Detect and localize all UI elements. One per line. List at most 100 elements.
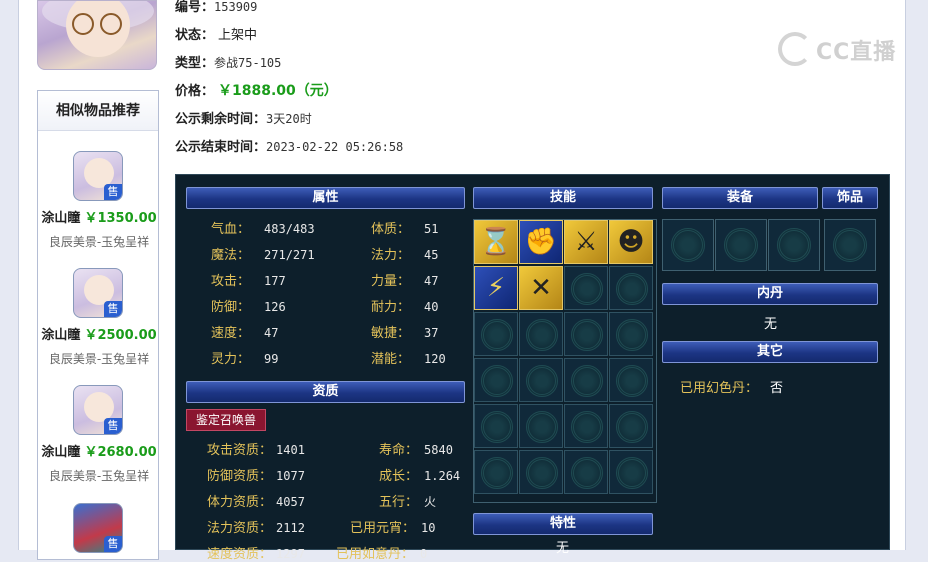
empty-skill-slot (519, 404, 563, 448)
attr-value: 37 (424, 326, 439, 340)
status-value: 上架中 (218, 28, 258, 43)
item-thumbnail[interactable]: 售 (73, 268, 123, 318)
empty-skill-slot (609, 266, 653, 310)
qual-label: 攻击资质： (207, 443, 273, 458)
quality-header: 资质 (186, 381, 465, 403)
empty-skill-slot (609, 312, 653, 356)
attr-label: 速度： (211, 326, 251, 341)
sale-badge: 售 (104, 301, 122, 317)
empty-skill-slot (474, 450, 518, 494)
end-label: 公示结束时间： (175, 140, 267, 155)
qual-value: 1077 (276, 469, 305, 483)
qual-label: 五行： (379, 495, 419, 510)
empty-skill-slot (564, 266, 608, 310)
id-value: 153909 (214, 0, 258, 14)
qual-label: 已用元宵： (350, 521, 416, 536)
attr-label: 体质： (371, 222, 411, 237)
item-thumbnail[interactable]: 售 (73, 385, 123, 435)
attr-value: 51 (424, 222, 439, 236)
qual-label: 法力资质： (207, 521, 273, 536)
skills-header: 技能 (473, 187, 653, 209)
qual-value: 1.264 (424, 469, 461, 483)
neidan-value: 无 (764, 317, 778, 332)
neidan-header: 内丹 (662, 283, 878, 305)
attr-label: 潜能： (371, 352, 411, 367)
item-desc: 良辰美景-玉兔呈祥 (48, 469, 150, 483)
ornament-header: 饰品 (822, 187, 878, 209)
attr-label: 攻击： (211, 274, 251, 289)
appraise-pet-button[interactable]: 鉴定召唤兽 (186, 409, 266, 431)
item-name-price[interactable]: 涂山瞳 ￥2680.00 (38, 441, 160, 460)
empty-skill-slot (474, 312, 518, 356)
remain-value: 3天20时 (266, 112, 312, 126)
sale-badge: 售 (104, 418, 122, 434)
sale-badge: 售 (104, 184, 122, 200)
sword-skill-icon[interactable]: ✕ (519, 266, 563, 310)
cc-live-logo: CC直播 (778, 30, 898, 66)
attr-label: 灵力： (211, 352, 251, 367)
attr-value: 45 (424, 248, 439, 262)
item-thumbnail[interactable]: 售 (73, 503, 123, 553)
qual-value: 0 (420, 547, 428, 561)
lightning-skill-icon[interactable]: ⚡ (474, 266, 518, 310)
other-header: 其它 (662, 341, 878, 363)
empty-skill-slot (519, 312, 563, 356)
qual-label: 速度资质： (207, 547, 273, 562)
hourglass-skill-icon[interactable]: ⌛ (474, 220, 518, 264)
equip-slot[interactable] (662, 219, 714, 271)
qual-value: 10 (421, 521, 436, 535)
equip-slot[interactable] (715, 219, 767, 271)
empty-skill-slot (609, 404, 653, 448)
ornament-slot[interactable] (824, 219, 876, 271)
head-skill-icon[interactable]: ☻ (609, 220, 653, 264)
empty-skill-slot (564, 404, 608, 448)
similar-items-sidebar: 相似物品推荐 售 涂山瞳 ￥1350.00 良辰美景-玉兔呈祥 售 涂山瞳 ￥2… (37, 90, 159, 560)
equip-slot[interactable] (768, 219, 820, 271)
empty-skill-slot (519, 358, 563, 402)
attr-value: 483/483 (264, 222, 315, 236)
status-label: 状态： (175, 28, 215, 43)
slash-skill-icon[interactable]: ⚔ (564, 220, 608, 264)
empty-skill-slot (564, 358, 608, 402)
pet-avatar (37, 0, 157, 70)
attr-value: 126 (264, 300, 286, 314)
attr-value: 177 (264, 274, 286, 288)
attr-value: 271/271 (264, 248, 315, 262)
qual-value: 1297 (276, 547, 305, 561)
id-label: 编号： (175, 0, 215, 15)
empty-skill-slot (474, 358, 518, 402)
empty-skill-slot (609, 358, 653, 402)
qual-value: 火 (424, 495, 437, 509)
cc-logo-icon (778, 32, 812, 66)
attr-label: 气血： (211, 222, 251, 237)
attr-value: 99 (264, 352, 279, 366)
qual-value: 1401 (276, 443, 305, 457)
price-label: 价格： (175, 84, 215, 99)
attr-label: 防御： (211, 300, 251, 315)
attr-label: 法力： (371, 248, 411, 263)
attr-value: 47 (264, 326, 279, 340)
price-value: ￥1888.00（元） (218, 83, 338, 99)
attr-label: 魔法： (211, 248, 251, 263)
empty-skill-slot (564, 312, 608, 356)
item-thumbnail[interactable]: 售 (73, 151, 123, 201)
trait-value: 无 (556, 541, 570, 556)
equip-header: 装备 (662, 187, 818, 209)
item-desc: 良辰美景-玉兔呈祥 (48, 235, 150, 249)
attr-label: 耐力： (371, 300, 411, 315)
item-desc: 良辰美景-玉兔呈祥 (48, 352, 150, 366)
arm-skill-icon[interactable]: ✊ (519, 220, 563, 264)
qual-label: 已用如意丹： (336, 547, 415, 562)
attr-header: 属性 (186, 187, 465, 209)
type-label: 类型： (175, 56, 215, 71)
qual-label: 防御资质： (207, 469, 273, 484)
empty-skill-slot (519, 450, 563, 494)
trait-header: 特性 (473, 513, 653, 535)
type-value: 参战75-105 (214, 56, 282, 70)
attr-value: 120 (424, 352, 446, 366)
item-name-price[interactable]: 涂山瞳 ￥2500.00 (38, 324, 160, 343)
item-name-price[interactable]: 涂山瞳 ￥1350.00 (38, 207, 160, 226)
remain-label: 公示剩余时间： (175, 112, 267, 127)
sidebar-title: 相似物品推荐 (38, 91, 158, 131)
qual-label: 体力资质： (207, 495, 273, 510)
